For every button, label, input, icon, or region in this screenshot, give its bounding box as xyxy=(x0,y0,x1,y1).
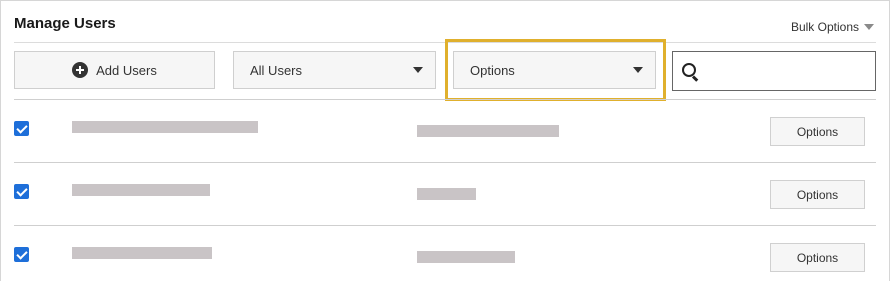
row-checkbox[interactable] xyxy=(14,184,29,199)
page-title: Manage Users xyxy=(14,15,116,32)
plus-circle-icon xyxy=(72,62,89,78)
chevron-down-icon xyxy=(413,67,423,73)
user-name-placeholder xyxy=(72,121,258,133)
row-divider xyxy=(14,162,876,163)
chevron-down-icon xyxy=(633,67,643,73)
add-users-label: Add Users xyxy=(96,62,157,78)
chevron-down-icon xyxy=(864,24,874,30)
check-icon xyxy=(15,184,28,197)
row-options-button[interactable]: Options xyxy=(770,243,865,272)
bulk-options-dropdown[interactable]: Bulk Options xyxy=(791,20,874,34)
bulk-options-label: Bulk Options xyxy=(790,20,859,34)
user-name-placeholder xyxy=(72,184,210,196)
search-icon xyxy=(682,63,696,77)
user-detail-placeholder xyxy=(417,125,559,137)
user-filter-value: All Users xyxy=(250,62,303,78)
user-detail-placeholder xyxy=(417,251,515,263)
check-icon xyxy=(15,121,28,134)
check-icon xyxy=(15,247,28,260)
row-divider xyxy=(14,225,876,226)
user-filter-select[interactable]: All Users xyxy=(233,51,436,89)
add-users-button[interactable]: Add Users xyxy=(14,51,215,89)
row-options-button[interactable]: Options xyxy=(770,180,865,209)
row-checkbox[interactable] xyxy=(14,121,29,136)
options-select[interactable]: Options xyxy=(453,51,656,89)
row-options-button[interactable]: Options xyxy=(770,117,865,146)
row-checkbox[interactable] xyxy=(14,247,29,262)
search-input[interactable] xyxy=(703,58,873,86)
user-detail-placeholder xyxy=(417,188,476,200)
options-select-value: Options xyxy=(470,62,515,78)
user-name-placeholder xyxy=(72,247,212,259)
search-box[interactable] xyxy=(672,51,876,91)
row-divider xyxy=(14,99,876,100)
